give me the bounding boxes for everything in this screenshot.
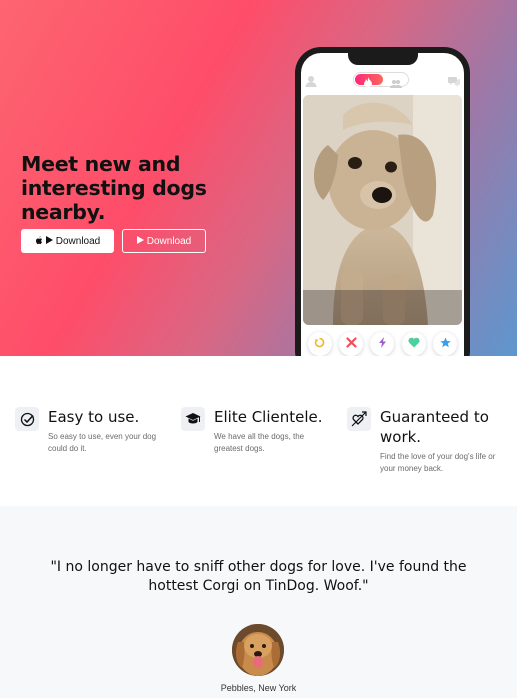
apple-icon (35, 235, 43, 247)
like-button[interactable] (401, 332, 426, 356)
graduation-cap-icon (181, 407, 205, 431)
apple-download-label: Download (55, 235, 101, 247)
google-download-label: Download (146, 235, 192, 247)
hero-title: Meet new and interesting dogs nearby. (21, 152, 207, 224)
user-icon[interactable] (305, 74, 317, 87)
google-download-button[interactable]: Download (122, 229, 206, 253)
phone-screen (301, 53, 464, 356)
heart-arrow-icon (347, 407, 371, 431)
star-icon (440, 337, 451, 351)
testimonial-section: "I no longer have to sniff other dogs fo… (0, 506, 517, 698)
chat-icon[interactable] (448, 74, 460, 87)
avatar (232, 624, 284, 676)
testimonial-quote: "I no longer have to sniff other dogs fo… (50, 559, 467, 594)
feature-title: Easy to use. (48, 408, 140, 426)
feature-title: Guaranteed to work. (380, 408, 489, 446)
feature-text: We have all the dogs, the greatest dogs. (214, 432, 305, 453)
check-circle-icon (15, 407, 39, 431)
feature-text: Find the love of your dog's life or your… (380, 452, 496, 473)
mode-toggle[interactable] (353, 72, 409, 88)
feature-title: Elite Clientele. (214, 408, 323, 426)
apple-download-button[interactable]: Download (21, 229, 114, 253)
play-store-icon (45, 236, 53, 246)
bolt-icon (378, 337, 387, 351)
phone-notch (348, 53, 418, 65)
play-store-icon (136, 236, 144, 246)
undo-icon (314, 337, 325, 351)
flame-icon (364, 74, 372, 92)
phone-mockup (295, 47, 470, 356)
super-like-button[interactable] (433, 332, 458, 356)
heart-icon (408, 337, 420, 351)
nope-button[interactable] (339, 332, 364, 356)
close-icon (345, 337, 357, 351)
hero-section: Meet new and interesting dogs nearby. Do… (0, 0, 517, 356)
phone-action-bar (301, 332, 464, 356)
testimonial-author: Pebbles, New York (220, 683, 297, 693)
boost-button[interactable] (370, 332, 395, 356)
undo-button[interactable] (307, 332, 332, 356)
feature-text: So easy to use, even your dog could do i… (48, 432, 157, 453)
group-icon (390, 75, 402, 93)
dog-profile-photo[interactable] (303, 95, 462, 325)
